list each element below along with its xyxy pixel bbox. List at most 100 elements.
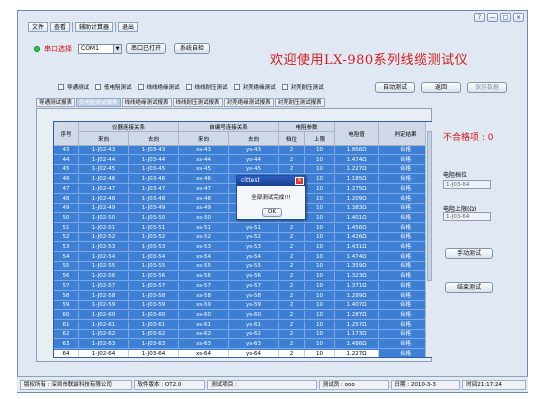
table-row[interactable]: 61 1-J02-61 1-J03-61 xs-61 ys-61 2 10 1.257Ω 合格 <box>54 320 431 330</box>
help-button[interactable]: ? <box>474 13 485 22</box>
table-cell: 1.227Ω <box>335 349 379 357</box>
tab-wire-withstand[interactable]: 线线耐压测试报表 <box>172 98 223 107</box>
table-cell: 1-J03-53 <box>129 243 179 251</box>
table-cell: 55 <box>54 262 79 271</box>
tab-wire-insulation[interactable]: 线线绝缘测试报表 <box>121 98 172 107</box>
table-cell: 1.426Ω <box>335 233 379 242</box>
tab-shell-insulation[interactable]: 对壳绝缘测试报表 <box>223 98 274 107</box>
maximize-button[interactable]: □ <box>500 13 511 22</box>
table-cell: xs-64 <box>179 349 229 357</box>
close-icon[interactable]: × <box>295 177 304 185</box>
menu-calculator[interactable]: 辅助计算器 <box>75 22 114 32</box>
table-cell: 1.209Ω <box>335 194 379 203</box>
checkbox-icon[interactable] <box>95 84 102 90</box>
header-seq: 序号 <box>54 122 79 146</box>
port-select[interactable]: COM1 ▼ <box>78 43 122 54</box>
mode-continuity[interactable]: 导通测试 <box>58 83 89 91</box>
table-cell: 1-J02-60 <box>79 310 129 319</box>
checkbox-icon[interactable] <box>58 84 64 90</box>
minimize-button[interactable]: — <box>487 13 498 22</box>
menu-separator <box>72 22 74 32</box>
table-cell: xs-61 <box>179 320 229 329</box>
table-cell: 10 <box>305 175 335 184</box>
table-cell: 45 <box>54 165 79 174</box>
auto-test-button[interactable]: 自动测试 <box>375 82 415 93</box>
close-button[interactable]: × <box>513 13 524 22</box>
table-row[interactable]: 54 1-J02-54 1-J03-54 xs-54 ys-54 2 10 1.474Ω 合格 <box>54 252 431 262</box>
table-row[interactable]: 62 1-J02-62 1-J03-62 xs-62 ys-62 2 10 1.173Ω 合格 <box>54 330 431 340</box>
menu-file[interactable]: 文件 <box>28 22 49 32</box>
header-range: 档位 <box>279 132 305 146</box>
table-cell: ys-64 <box>229 349 279 357</box>
mode-wire-withstand[interactable]: 线线耐压测试 <box>185 83 228 91</box>
table-cell: 1-J02-63 <box>79 340 129 348</box>
checkbox-icon[interactable] <box>137 84 144 90</box>
port-label: 串口选择 <box>44 44 72 53</box>
table-row[interactable]: 51 1-J02-51 1-J03-51 xs-51 ys-51 2 10 1.456Ω 合格 <box>54 223 431 233</box>
table-row[interactable]: 641-J02-641-J03-64xs-64ys-642101.227Ω合格▶ <box>54 349 431 357</box>
table-row[interactable]: 44 1-J02-44 1-J03-44 xs-44 ys-44 2 10 1.474Ω 合格 <box>54 155 431 165</box>
tab-low-resistance[interactable]: 低电阻测试报表 <box>76 98 121 107</box>
table-cell: xs-59 <box>179 301 229 310</box>
header-to: 去向 <box>129 132 179 146</box>
tab-continuity[interactable]: 导通测试报表 <box>36 98 76 107</box>
results-table[interactable]: 序号 仪器连接关系 来向 去向 自编号连接关系 来向 去向 电阻参数 档位 上限… <box>53 121 432 358</box>
table-cell: xs-44 <box>179 155 229 164</box>
table-row[interactable]: 52 1-J02-52 1-J03-52 xs-52 ys-52 2 10 1.426Ω 合格 <box>54 233 431 243</box>
tab-shell-withstand[interactable]: 对壳耐压测试报表 <box>274 98 325 107</box>
checkbox-icon[interactable] <box>281 84 288 90</box>
table-cell: 10 <box>305 146 335 154</box>
scrollbar-thumb[interactable] <box>427 131 432 281</box>
table-cell: ys-44 <box>229 155 279 164</box>
table-cell: ys-56 <box>229 272 279 281</box>
mode-shell-withstand[interactable]: 对壳耐压测试 <box>281 83 324 91</box>
table-row[interactable]: 63 1-J02-63 1-J03-63 xs-63 ys-63 2 10 1.486Ω 合格 <box>54 340 431 349</box>
end-test-button[interactable]: 结束测试 <box>445 282 493 293</box>
self-check-button[interactable]: 系统自检 <box>174 43 210 54</box>
checkbox-icon[interactable] <box>233 84 240 90</box>
save-data-button[interactable]: 保存数据 <box>467 82 507 93</box>
table-cell: 57 <box>54 281 79 290</box>
table-row[interactable]: 55 1-J02-55 1-J03-55 xs-55 ys-55 2 10 1.359Ω 合格 <box>54 262 431 272</box>
side-panel: 不合格项 : 0 电阻档位 1-J03-64 电阻上限(Ω) 1-J03-64 … <box>443 130 513 293</box>
table-row[interactable]: 53 1-J02-53 1-J03-53 xs-53 ys-53 2 10 1.431Ω 合格 <box>54 243 431 252</box>
table-row[interactable]: 58 1-J02-58 1-J03-58 xs-58 ys-58 2 10 1.299Ω 合格 <box>54 291 431 301</box>
back-button[interactable]: 返回 <box>421 82 461 93</box>
report-tabs: 导通测试报表 低电阻测试报表 线线绝缘测试报表 线线耐压测试报表 对壳绝缘测试报… <box>36 98 326 107</box>
table-row[interactable]: 60 1-J02-60 1-J03-60 xs-60 ys-60 2 10 1.287Ω 合格 <box>54 310 431 320</box>
table-cell: 1-J03-58 <box>129 291 179 300</box>
upper-field[interactable]: 1-J03-64 <box>443 212 491 221</box>
range-field[interactable]: 1-J03-64 <box>443 180 491 189</box>
port-open-button[interactable]: 串口已打开 <box>126 43 166 54</box>
table-scrollbar[interactable] <box>425 122 432 357</box>
table-cell: ys-52 <box>229 233 279 242</box>
table-row[interactable]: 56 1-J02-56 1-J03-56 xs-56 ys-56 2 10 1.323Ω 合格 <box>54 272 431 282</box>
checkbox-icon[interactable] <box>185 84 192 90</box>
port-value: COM1 <box>81 44 99 52</box>
dialog-ok-button[interactable]: OK <box>262 208 282 217</box>
table-cell: 10 <box>305 330 335 339</box>
table-row[interactable]: 59 1-J02-59 1-J03-59 xs-59 ys-59 2 10 1.407Ω 合格 <box>54 301 431 311</box>
table-cell: 1.866Ω <box>335 146 379 154</box>
manual-test-button[interactable]: 手动测试 <box>445 248 493 259</box>
table-cell: 1-J03-45 <box>129 165 179 174</box>
chevron-down-icon[interactable]: ▼ <box>113 44 121 53</box>
table-cell: 1-J03-49 <box>129 204 179 213</box>
mode-shell-insulation[interactable]: 对壳绝缘测试 <box>233 83 276 91</box>
table-cell: xs-54 <box>179 252 229 261</box>
menu-view[interactable]: 查看 <box>50 22 71 32</box>
table-cell: 1-J03-54 <box>129 252 179 261</box>
table-row[interactable]: 45 1-J02-45 1-J03-45 xs-45 ys-45 2 10 1.227Ω 合格 <box>54 165 431 175</box>
mode-wire-insulation[interactable]: 线线绝缘测试 <box>137 83 180 91</box>
table-cell: 1-J03-64 <box>129 349 179 357</box>
table-cell: 1-J02-45 <box>79 165 129 174</box>
table-cell: 1-J02-47 <box>79 184 129 193</box>
table-row[interactable]: 43 1-J02-43 1-J03-43 xs-43 ys-43 2 10 1.866Ω 合格 <box>54 146 431 155</box>
table-cell: 1.486Ω <box>335 340 379 348</box>
table-cell: 2 <box>279 301 305 310</box>
table-row[interactable]: 57 1-J02-57 1-J03-57 xs-57 ys-57 2 10 1.371Ω 合格 <box>54 281 431 291</box>
table-cell: 60 <box>54 310 79 319</box>
table-cell: 1.227Ω <box>335 165 379 174</box>
mode-low-resistance[interactable]: 低电阻测试 <box>95 83 132 91</box>
menu-exit[interactable]: 退出 <box>118 22 139 32</box>
